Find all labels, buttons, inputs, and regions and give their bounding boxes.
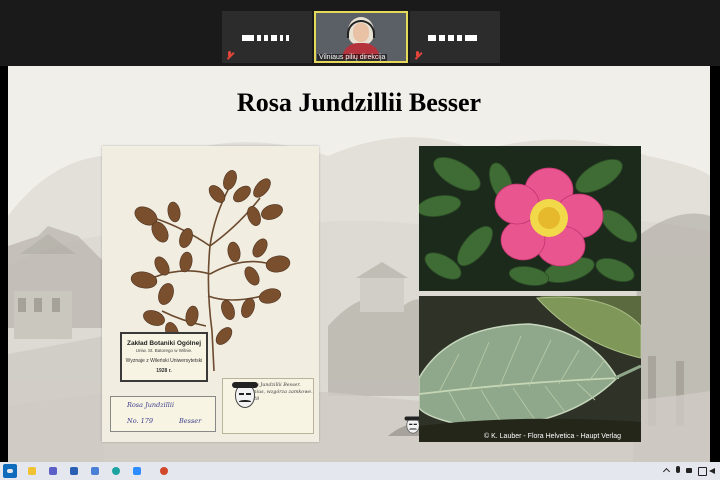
teams-icon[interactable] [46, 464, 60, 478]
masked-participant-name [428, 33, 477, 43]
label-year: 1928 r. [156, 368, 172, 374]
slide-title: Rosa Jundzillii Besser [236, 88, 482, 117]
note-author: Besser [179, 417, 202, 425]
camera-icon[interactable] [686, 466, 694, 476]
participant-tile-right[interactable] [410, 11, 500, 63]
participant-tile-left[interactable] [222, 11, 312, 63]
photo-credit: © K. Lauber - Flora Helvetica - Haupt Ve… [484, 433, 622, 440]
powerpoint-icon[interactable] [157, 464, 171, 478]
active-speaker-tile[interactable]: Vilniaus pilių direkcija [314, 11, 408, 63]
speaker-video [340, 15, 382, 59]
vpn-icon[interactable] [88, 464, 102, 478]
herbarium-determination-label: Rosa Jundzillii No. 179 Besser [110, 396, 216, 432]
windows-taskbar [0, 462, 720, 480]
herbarium-institution-label: Zakład Botaniki Ogólnej Uniw. St. Batore… [120, 332, 208, 382]
network-icon[interactable] [697, 466, 707, 476]
file-explorer-icon[interactable] [25, 464, 39, 478]
label-title: Zakład Botaniki Ogólnej [126, 340, 202, 347]
flower-image [419, 146, 641, 291]
mic-muted-icon [226, 51, 233, 60]
microphone-icon[interactable] [675, 466, 681, 476]
mic-muted-icon [414, 51, 421, 60]
volume-icon[interactable] [709, 466, 717, 476]
start-icon[interactable] [3, 464, 17, 478]
herbarium-specimen: Zakład Botaniki Ogólnej Uniw. St. Batore… [102, 146, 319, 442]
rose-leaf-photo: © K. Lauber - Flora Helvetica - Haupt Ve… [419, 296, 641, 442]
label-subtitle: Uniw. St. Batorego w Wilnie. [135, 348, 193, 353]
rose-flower-photo [419, 146, 641, 291]
masked-participant-name [242, 33, 289, 43]
label-line: Wyznaje z Wileński Uniwersytetski [125, 358, 203, 364]
leaf-image [419, 296, 641, 442]
zoom-icon[interactable] [130, 464, 144, 478]
shared-screen-slide[interactable]: Rosa Jundzillii Besser Zakład Botaniki O… [8, 66, 710, 462]
zoom-meeting-window: Vilniaus pilių direkcija Rosa Jundzillii… [0, 0, 720, 480]
anonymous-mask-icon [232, 380, 258, 410]
speaker-name: Vilniaus pilių direkcija [317, 54, 388, 61]
note-species-name: Rosa Jundzillii [127, 401, 175, 409]
edge-icon[interactable] [109, 464, 123, 478]
note-number: No. 179 [127, 417, 154, 425]
word-icon[interactable] [67, 464, 81, 478]
chevron-up-icon[interactable] [663, 466, 671, 476]
video-gallery-strip: Vilniaus pilių direkcija [0, 0, 720, 66]
